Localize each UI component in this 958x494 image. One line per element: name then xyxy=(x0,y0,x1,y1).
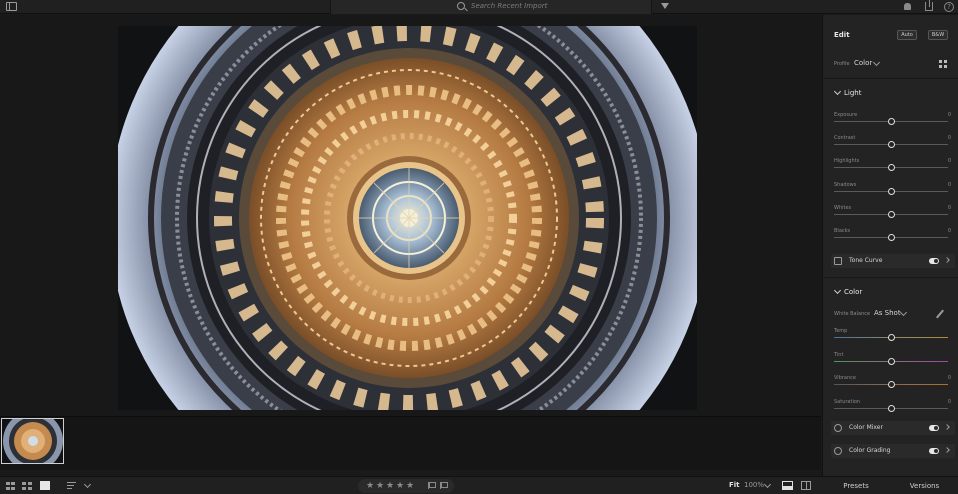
star-3-icon[interactable]: ★ xyxy=(386,480,394,492)
color-slider-label: Saturation xyxy=(834,398,861,405)
light-section-title[interactable]: Light xyxy=(844,89,861,97)
light-slider-value[interactable]: 0 xyxy=(945,182,951,188)
color-mixer-chevron-icon[interactable] xyxy=(944,424,950,430)
color-grading-toggle[interactable] xyxy=(929,448,939,454)
light-slider-thumb[interactable] xyxy=(887,141,895,149)
color-slider-thumb[interactable] xyxy=(887,404,895,412)
share-icon[interactable] xyxy=(925,0,933,11)
light-slider-thumb[interactable] xyxy=(887,118,895,125)
tone-curve-chevron-icon[interactable] xyxy=(944,257,950,263)
tone-curve-row[interactable]: Tone Curve xyxy=(831,254,955,268)
light-chevron-down-icon[interactable] xyxy=(833,87,842,96)
thumbnail-image xyxy=(2,419,63,463)
divider xyxy=(823,78,958,79)
color-grading-row[interactable]: Color Grading xyxy=(831,444,955,458)
color-chevron-down-icon[interactable] xyxy=(833,286,842,295)
tone-curve-label: Tone Curve xyxy=(849,257,883,264)
white-balance-chevron-icon[interactable] xyxy=(899,308,908,317)
light-slider-value[interactable]: 0 xyxy=(945,135,951,141)
color-slider-value[interactable]: 0 xyxy=(945,399,951,405)
color-slider-thumb[interactable] xyxy=(887,381,895,388)
color-slider-label: Temp xyxy=(834,328,848,334)
color-grading-icon xyxy=(834,447,842,455)
flag-reject-icon[interactable] xyxy=(440,482,448,489)
light-slider-value[interactable]: 0 xyxy=(945,205,951,211)
light-slider-label: Whites xyxy=(834,204,852,211)
color-grading-label: Color Grading xyxy=(849,447,891,454)
white-balance-dropdown[interactable]: As Shot xyxy=(874,309,901,317)
grid-view-icon[interactable] xyxy=(6,482,15,490)
help-icon[interactable]: ? xyxy=(944,2,954,12)
tone-curve-toggle[interactable] xyxy=(929,258,939,264)
bell-icon[interactable] xyxy=(904,3,911,10)
light-slider-thumb[interactable] xyxy=(887,164,895,172)
before-after-icon[interactable] xyxy=(782,481,793,490)
star-1-icon[interactable]: ★ xyxy=(366,480,374,492)
filter-icon[interactable] xyxy=(661,3,669,9)
color-mixer-toggle[interactable] xyxy=(929,425,939,431)
star-2-icon[interactable]: ★ xyxy=(376,480,384,492)
split-view-icon[interactable] xyxy=(801,481,811,490)
edit-panel: Edit Auto B&W Profile Color Light Exposu… xyxy=(822,15,958,476)
light-slider-value[interactable]: 0 xyxy=(945,228,951,234)
fit-button[interactable]: Fit xyxy=(729,481,740,489)
search-placeholder: Search Recent Import xyxy=(471,2,548,10)
flag-pick-icon[interactable] xyxy=(428,482,436,489)
auto-button[interactable]: Auto xyxy=(897,30,917,40)
divider xyxy=(823,277,958,278)
profile-dropdown[interactable]: Color xyxy=(854,59,872,67)
zoom-level[interactable]: 100% xyxy=(744,481,764,489)
light-slider-label: Contrast xyxy=(834,135,856,142)
main-photo[interactable] xyxy=(118,26,697,410)
bw-button[interactable]: B&W xyxy=(928,30,948,40)
color-mixer-icon xyxy=(834,424,842,432)
search-input[interactable]: Search Recent Import xyxy=(330,0,652,14)
light-slider-label: Highlights xyxy=(834,158,860,165)
zoom-chevron-down-icon[interactable] xyxy=(763,480,772,489)
bottom-toolbar: ★ ★ ★ ★ ★ Fit 100% Presets Versions xyxy=(0,476,958,494)
dome-image xyxy=(118,26,697,410)
light-slider-label: Blacks xyxy=(834,228,851,234)
white-balance-label: White Balance xyxy=(834,311,871,317)
color-slider-label: Vibrance xyxy=(834,375,856,381)
star-4-icon[interactable]: ★ xyxy=(396,480,404,492)
sort-icon[interactable] xyxy=(67,482,76,490)
profile-browser-icon[interactable] xyxy=(939,60,947,68)
detail-view-icon[interactable] xyxy=(40,481,50,490)
color-slider-thumb[interactable] xyxy=(887,357,895,365)
panel-title: Edit xyxy=(834,31,850,39)
light-slider-value[interactable]: 0 xyxy=(945,112,951,118)
search-icon xyxy=(457,2,465,10)
photo-canvas xyxy=(0,15,821,416)
sort-chevron-down-icon[interactable] xyxy=(83,480,92,489)
filmstrip xyxy=(0,416,821,470)
top-bar: Search Recent Import ? xyxy=(0,0,958,14)
color-section-title[interactable]: Color xyxy=(844,288,862,296)
color-mixer-label: Color Mixer xyxy=(849,424,883,431)
light-slider-thumb[interactable] xyxy=(887,234,895,241)
color-slider-label: Tint xyxy=(834,351,844,358)
light-slider-thumb[interactable] xyxy=(887,187,895,195)
light-slider-label: Exposure xyxy=(834,112,858,118)
star-5-icon[interactable]: ★ xyxy=(406,480,414,492)
color-grading-chevron-icon[interactable] xyxy=(944,447,950,453)
profile-chevron-down-icon[interactable] xyxy=(872,58,881,67)
color-mixer-row[interactable]: Color Mixer xyxy=(831,421,955,435)
light-slider-label: Shadows xyxy=(834,181,857,188)
sidebar-toggle-icon[interactable] xyxy=(6,2,17,11)
color-slider-value[interactable]: 0 xyxy=(945,375,951,381)
profile-label: Profile xyxy=(834,61,850,67)
light-slider-thumb[interactable] xyxy=(887,210,895,218)
presets-tab[interactable]: Presets xyxy=(822,477,890,494)
light-slider-value[interactable]: 0 xyxy=(945,158,951,164)
photo-thumbnail[interactable] xyxy=(1,418,64,464)
color-slider-thumb[interactable] xyxy=(887,334,895,341)
tone-curve-icon xyxy=(834,257,842,265)
eyedropper-icon[interactable] xyxy=(936,309,944,319)
square-grid-view-icon[interactable] xyxy=(22,482,32,490)
rating-flag-bar: ★ ★ ★ ★ ★ xyxy=(358,479,454,493)
versions-tab[interactable]: Versions xyxy=(891,477,958,494)
